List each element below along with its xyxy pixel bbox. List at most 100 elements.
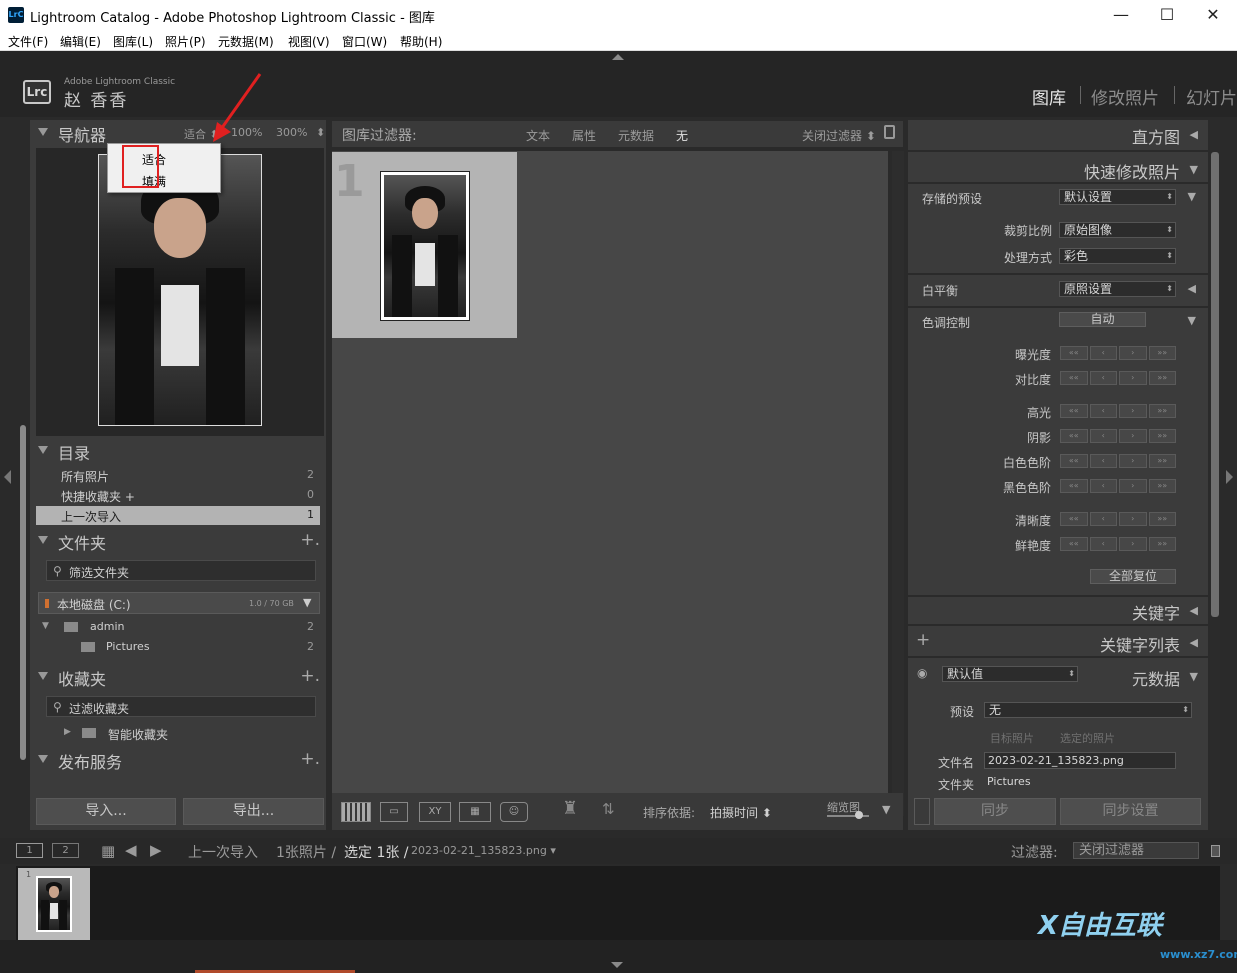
- keywording-header[interactable]: 关键字 ◀: [908, 596, 1208, 624]
- filter-attribute[interactable]: 属性: [572, 127, 596, 144]
- publish-services-header[interactable]: 发布服务 +.: [30, 747, 326, 773]
- grid-icon[interactable]: ▦: [101, 842, 115, 860]
- painter-icon[interactable]: ♜: [562, 798, 578, 819]
- volume-row[interactable]: 本地磁盘 (C:) 1.0 / 70 GB ▼: [38, 592, 320, 614]
- treatment-select[interactable]: 彩色 ⬍: [1059, 248, 1176, 264]
- catalog-header[interactable]: 目录: [30, 438, 326, 464]
- grid-thumbnail[interactable]: [380, 171, 470, 321]
- sort-dropdown[interactable]: 拍摄时间 ⬍: [710, 804, 772, 821]
- smart-collections-item[interactable]: ▶ 智能收藏夹: [36, 724, 320, 743]
- white-balance-select[interactable]: 原照设置 ⬍: [1059, 281, 1176, 297]
- module-library[interactable]: 图库: [1032, 84, 1066, 109]
- expand-triangle-icon[interactable]: ▼: [42, 621, 49, 631]
- vibrance-stepper[interactable]: «« ‹ ›»»: [1060, 537, 1176, 551]
- add-folder-icon[interactable]: +.: [300, 530, 320, 550]
- minimize-button[interactable]: —: [1098, 0, 1144, 30]
- folder-admin[interactable]: ▼ admin 2: [36, 618, 320, 637]
- menu-metadata[interactable]: 元数据(M): [218, 33, 274, 50]
- quick-develop-header[interactable]: 快速修改照片 ▼: [908, 155, 1208, 183]
- sync-metadata-button[interactable]: 同步: [934, 798, 1056, 825]
- blacks-stepper[interactable]: «« ‹ ›»»: [1060, 479, 1176, 493]
- catalog-item-all-photos[interactable]: 所有照片 2: [36, 466, 320, 485]
- module-develop[interactable]: 修改照片: [1091, 84, 1159, 109]
- whites-stepper[interactable]: «« ‹ ›»»: [1060, 454, 1176, 468]
- toolbar-menu-icon[interactable]: ▼: [882, 803, 890, 816]
- collections-header[interactable]: 收藏夹 +.: [30, 664, 326, 690]
- collapse-right-panel-icon[interactable]: [1226, 470, 1233, 484]
- wb-expand-icon[interactable]: ◀: [1188, 282, 1196, 295]
- slider-knob[interactable]: [855, 811, 863, 819]
- crop-ratio-select[interactable]: 原始图像 ⬍: [1059, 222, 1176, 238]
- collapse-bottom-panel-icon[interactable]: [611, 962, 623, 968]
- saved-preset-expand-icon[interactable]: ▼: [1188, 190, 1196, 203]
- expand-triangle-icon[interactable]: ▶: [64, 727, 71, 737]
- grid-scrollbar[interactable]: [892, 151, 904, 816]
- folders-header[interactable]: 文件夹 +.: [30, 528, 326, 554]
- catalog-item-previous-import[interactable]: 上一次导入 1: [36, 506, 320, 525]
- highlights-stepper[interactable]: «« ‹ ›»»: [1060, 404, 1176, 418]
- filmstrip-filter-select[interactable]: 关闭过滤器: [1073, 842, 1199, 859]
- menu-view[interactable]: 视图(V): [288, 33, 330, 50]
- collapse-triangle-icon[interactable]: [38, 536, 48, 544]
- collapse-arrow-icon[interactable]: ◀: [1190, 604, 1198, 617]
- sync-settings-button[interactable]: 同步设置: [1060, 798, 1201, 825]
- secondary-window-button[interactable]: 2: [52, 843, 79, 858]
- menu-photo[interactable]: 照片(P): [165, 33, 206, 50]
- catalog-item-quick-collection[interactable]: 快捷收藏夹 + 0: [36, 486, 320, 505]
- filter-metadata[interactable]: 元数据: [618, 127, 654, 144]
- folder-pictures[interactable]: Pictures 2: [36, 638, 320, 657]
- collapse-triangle-icon[interactable]: [38, 446, 48, 454]
- reset-all-button[interactable]: 全部复位: [1090, 569, 1176, 584]
- sort-direction-icon[interactable]: ⇅: [602, 800, 615, 818]
- menu-library[interactable]: 图库(L): [113, 33, 153, 50]
- survey-view-icon[interactable]: ▦: [459, 802, 491, 822]
- left-panel-scrollbar[interactable]: [20, 425, 26, 760]
- filmstrip-source[interactable]: 上一次导入: [188, 842, 258, 862]
- menu-help[interactable]: 帮助(H): [400, 33, 442, 50]
- add-publish-icon[interactable]: +.: [300, 749, 320, 769]
- collapse-arrow-icon[interactable]: ▼: [1190, 163, 1198, 176]
- volume-collapse-icon[interactable]: ▼: [303, 596, 311, 609]
- collapse-left-panel-icon[interactable]: [4, 470, 11, 484]
- menu-edit[interactable]: 编辑(E): [60, 33, 101, 50]
- zoom-300[interactable]: 300%: [276, 126, 307, 139]
- export-button[interactable]: 导出...: [183, 798, 324, 825]
- add-keyword-icon[interactable]: +: [916, 630, 930, 650]
- import-button[interactable]: 导入...: [36, 798, 176, 825]
- collapse-arrow-icon[interactable]: ◀: [1190, 636, 1198, 649]
- metadata-set-select[interactable]: 默认值 ⬍: [942, 666, 1078, 682]
- metadata-preset-select[interactable]: 无 ⬍: [984, 702, 1192, 718]
- filmstrip-thumbnail[interactable]: [36, 876, 72, 932]
- collapse-triangle-icon[interactable]: [38, 672, 48, 680]
- filmstrip-filename[interactable]: 2023-02-21_135823.png ▾: [411, 844, 556, 857]
- menu-file[interactable]: 文件(F): [8, 33, 48, 50]
- collapse-top-panel-icon[interactable]: [612, 54, 624, 60]
- collapse-triangle-icon[interactable]: [38, 755, 48, 763]
- collapse-triangle-icon[interactable]: [38, 128, 48, 136]
- zoom-adjust-icon[interactable]: ⬍: [316, 126, 325, 139]
- filter-none[interactable]: 无: [676, 127, 688, 144]
- selected-photos-option[interactable]: 选定的照片: [1060, 730, 1115, 746]
- saved-preset-select[interactable]: 默认设置 ⬍: [1059, 189, 1176, 205]
- module-slideshow[interactable]: 幻灯片: [1186, 84, 1237, 109]
- tone-expand-icon[interactable]: ▼: [1188, 314, 1196, 327]
- primary-window-button[interactable]: 1: [16, 843, 43, 858]
- auto-tone-button[interactable]: 自动: [1059, 312, 1146, 327]
- loupe-view-icon[interactable]: ▭: [380, 802, 408, 822]
- eye-icon[interactable]: ◉: [917, 666, 927, 680]
- close-filter-dropdown[interactable]: 关闭过滤器 ⬍: [802, 127, 876, 144]
- forward-arrow-icon[interactable]: ▶: [150, 841, 162, 859]
- filename-field[interactable]: 2023-02-21_135823.png: [984, 752, 1176, 769]
- collection-search-input[interactable]: ⚲ 过滤收藏夹: [46, 696, 316, 717]
- collapse-arrow-icon[interactable]: ◀: [1190, 128, 1198, 141]
- keyword-list-header[interactable]: + 关键字列表 ◀: [908, 628, 1208, 656]
- folder-search-input[interactable]: ⚲ 筛选文件夹: [46, 560, 316, 581]
- add-collection-icon[interactable]: +.: [300, 666, 320, 686]
- back-arrow-icon[interactable]: ◀: [125, 841, 137, 859]
- filter-lock-icon[interactable]: [1211, 845, 1220, 857]
- filter-text[interactable]: 文本: [526, 127, 550, 144]
- collapse-arrow-icon[interactable]: ▼: [1190, 670, 1198, 683]
- menu-window[interactable]: 窗口(W): [342, 33, 387, 50]
- sync-toggle-icon[interactable]: [914, 798, 930, 825]
- maximize-button[interactable]: ☐: [1144, 0, 1190, 30]
